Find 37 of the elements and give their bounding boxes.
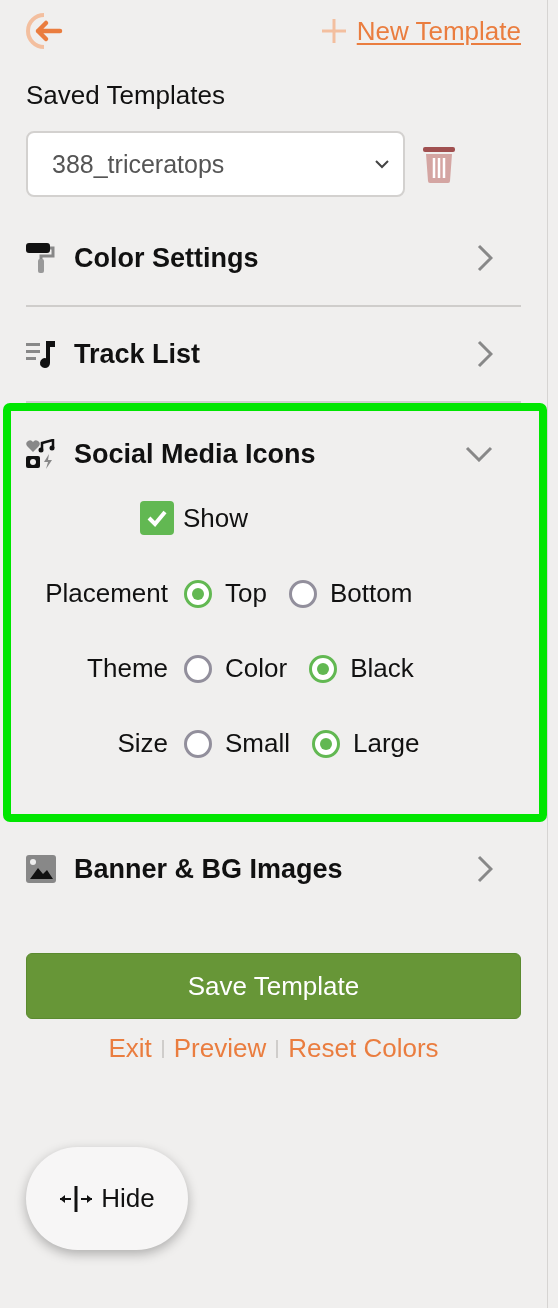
checkbox[interactable] [140, 501, 174, 535]
paint-roller-icon [26, 243, 56, 273]
radio-label: Bottom [329, 578, 413, 609]
section-title[interactable]: Track List [74, 338, 459, 370]
radio-label: Black [350, 653, 414, 684]
section-title[interactable]: Social Media Icons [74, 438, 447, 470]
image-icon [26, 855, 56, 883]
social-icons-icon [26, 439, 56, 469]
checkbox-label: Show [183, 502, 249, 534]
saved-templates-label: Saved Templates [26, 80, 226, 111]
radio-button[interactable] [184, 579, 212, 608]
chevron-right-icon[interactable] [477, 855, 493, 883]
template-dropdown[interactable]: 388_triceratops [26, 131, 405, 197]
option-label: Size [116, 728, 168, 759]
resize-arrows-icon [59, 1183, 94, 1214]
radio-label: Top [225, 578, 267, 609]
option-label: Placement [44, 578, 168, 609]
chevron-right-icon[interactable] [477, 244, 493, 272]
radio-button[interactable] [184, 729, 212, 758]
section-title[interactable]: Banner & BG Images [74, 853, 459, 885]
radio-label: Large [353, 728, 420, 759]
radio-button[interactable] [184, 654, 212, 683]
radio-button[interactable] [288, 579, 317, 608]
option-label: Theme [86, 653, 168, 684]
radio-label: Small [225, 728, 290, 759]
hide-button[interactable]: Hide [26, 1147, 188, 1250]
radio-label: Color [225, 653, 288, 684]
chevron-down-icon [375, 159, 389, 169]
chevron-right-icon[interactable] [477, 340, 493, 368]
radio-button[interactable] [312, 729, 340, 758]
radio-button[interactable] [309, 654, 338, 683]
chevron-down-icon[interactable] [465, 446, 493, 462]
section-title[interactable]: Color Settings [74, 242, 459, 274]
music-list-icon [26, 339, 56, 369]
back-arrow-icon[interactable] [26, 12, 64, 50]
save-template-button[interactable]: Save Template [26, 953, 521, 1019]
trash-icon[interactable] [423, 145, 455, 183]
